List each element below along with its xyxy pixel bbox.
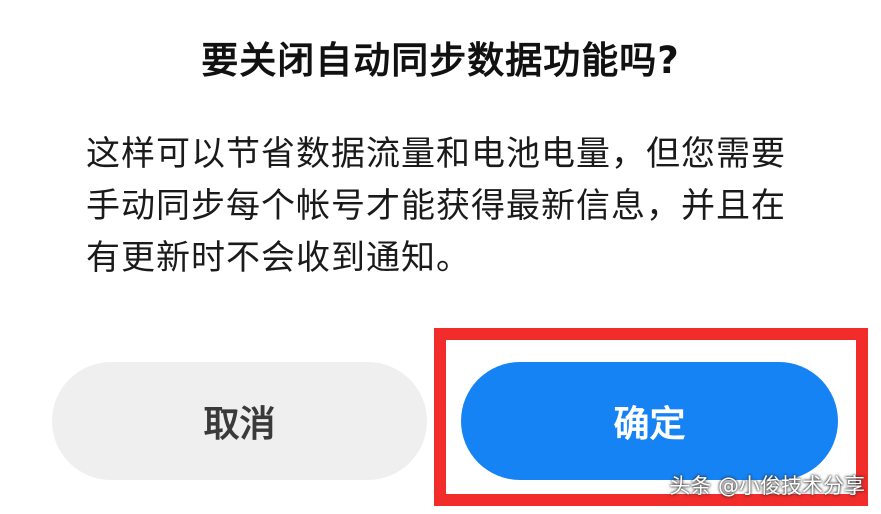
confirm-button-label: 确定 bbox=[613, 404, 686, 445]
cancel-button-label: 取消 bbox=[203, 404, 276, 445]
cancel-button[interactable]: 取消 bbox=[52, 362, 427, 480]
confirm-button[interactable]: 确定 bbox=[461, 362, 838, 480]
dialog-title: 要关闭自动同步数据功能吗? bbox=[201, 39, 680, 82]
watermark-text: 头条 @小俊技术分享 bbox=[669, 474, 865, 498]
dialog-message: 这样可以节省数据流量和电池电量，但您需要手动同步每个帐号才能获得最新信息，并且在… bbox=[86, 134, 786, 278]
sync-confirm-dialog: 要关闭自动同步数据功能吗? 这样可以节省数据流量和电池电量，但您需要手动同步每个… bbox=[0, 0, 881, 514]
